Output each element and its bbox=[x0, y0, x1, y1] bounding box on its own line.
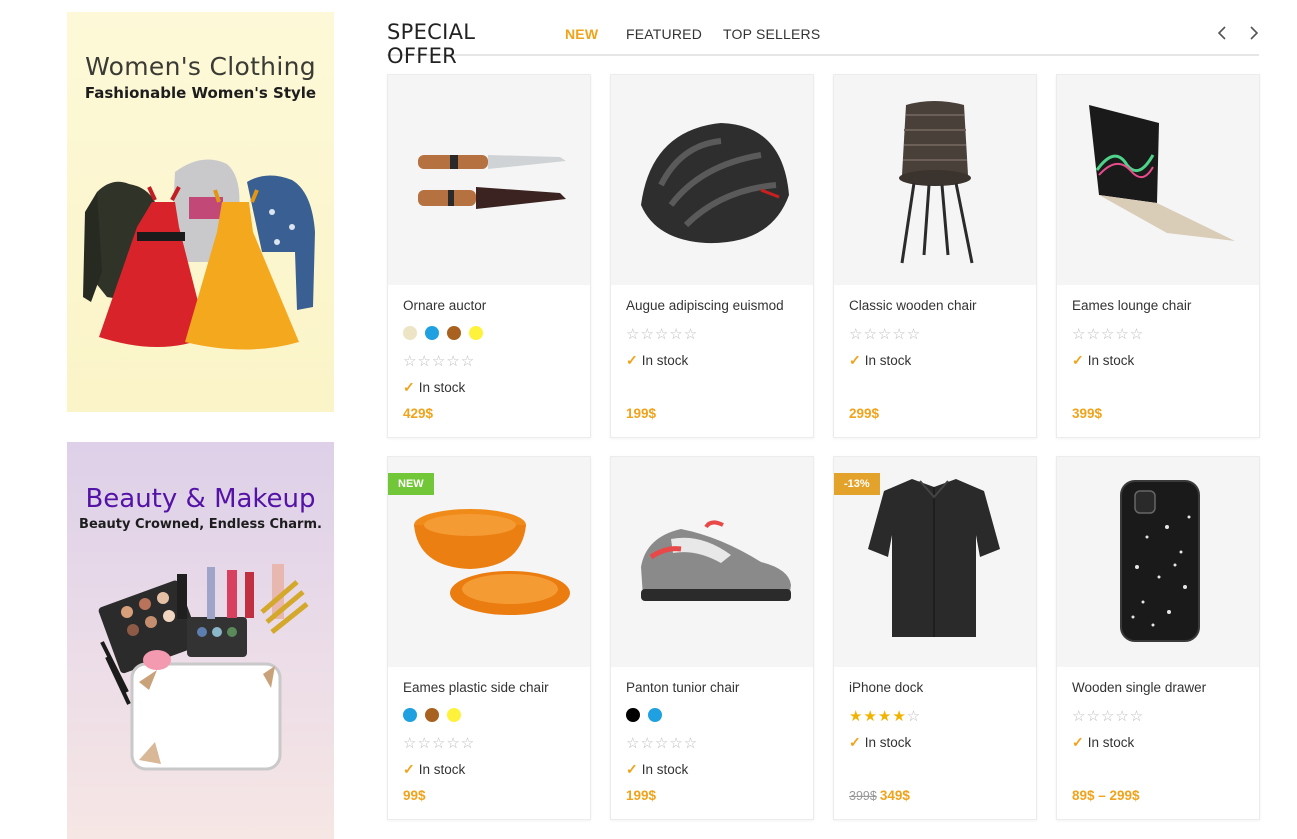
color-swatch[interactable] bbox=[447, 708, 461, 722]
stock-status: ✓ In stock bbox=[626, 352, 688, 369]
color-swatch[interactable] bbox=[403, 708, 417, 722]
rating-stars: ☆☆☆☆☆ bbox=[1072, 326, 1145, 343]
color-swatches bbox=[626, 708, 662, 722]
color-swatch[interactable] bbox=[425, 708, 439, 722]
rating-stars: ☆☆☆☆☆ bbox=[626, 326, 699, 343]
stock-status: ✓ In stock bbox=[1072, 352, 1134, 369]
product-price: 199$ bbox=[626, 788, 657, 803]
stock-label: In stock bbox=[864, 353, 912, 368]
rating-stars: ☆☆☆☆☆ bbox=[849, 326, 922, 343]
product-name[interactable]: Classic wooden chair bbox=[849, 298, 977, 313]
rating-stars: ☆☆☆☆☆ bbox=[626, 735, 699, 752]
product-card[interactable]: Eames lounge chair ☆☆☆☆☆ ✓ In stock 399$ bbox=[1056, 74, 1260, 438]
stock-label: In stock bbox=[418, 762, 466, 777]
stock-label: In stock bbox=[641, 353, 689, 368]
product-card[interactable]: Wooden single drawer ☆☆☆☆☆ ✓ In stock 89$… bbox=[1056, 456, 1260, 820]
product-image[interactable]: -13% bbox=[834, 457, 1036, 667]
tab-top-sellers[interactable]: TOP SELLERS bbox=[723, 26, 820, 42]
product-price: 429$ bbox=[403, 406, 434, 421]
stock-status: ✓ In stock bbox=[626, 761, 688, 778]
check-icon: ✓ bbox=[403, 761, 415, 777]
product-image[interactable]: NEW bbox=[388, 457, 590, 667]
color-swatch[interactable] bbox=[626, 708, 640, 722]
product-card[interactable]: NEW Eames plastic side chair ☆☆☆☆☆ ✓ In s… bbox=[387, 456, 591, 820]
stock-label: In stock bbox=[864, 735, 912, 750]
product-card[interactable]: -13% iPhone dock ★★★★☆ ✓ In stock 399$ 349… bbox=[833, 456, 1037, 820]
check-icon: ✓ bbox=[849, 734, 861, 750]
rating-stars: ★★★★☆ bbox=[849, 708, 922, 725]
section-title: SPECIAL OFFER bbox=[387, 20, 540, 80]
check-icon: ✓ bbox=[626, 352, 638, 368]
product-image[interactable] bbox=[1057, 457, 1259, 667]
clothing-illustration bbox=[83, 159, 315, 350]
product-name[interactable]: Ornare auctor bbox=[403, 298, 486, 313]
product-price: 89$ – 299$ bbox=[1072, 788, 1140, 803]
check-icon: ✓ bbox=[849, 352, 861, 368]
product-card[interactable]: Augue adipiscing euismod ☆☆☆☆☆ ✓ In stock… bbox=[610, 74, 814, 438]
product-image[interactable] bbox=[611, 75, 813, 285]
product-card[interactable]: Ornare auctor ☆☆☆☆☆ ✓ In stock 429$ bbox=[387, 74, 591, 438]
sale-price: 349$ bbox=[879, 788, 910, 803]
check-icon: ✓ bbox=[1072, 734, 1084, 750]
product-image[interactable] bbox=[388, 75, 590, 285]
stock-status: ✓ In stock bbox=[1072, 734, 1134, 751]
stock-label: In stock bbox=[418, 380, 466, 395]
banner-womens-clothing[interactable]: Women's Clothing Fashionable Women's Sty… bbox=[67, 12, 334, 412]
color-swatch[interactable] bbox=[425, 326, 439, 340]
product-price: 199$ bbox=[626, 406, 657, 421]
product-name[interactable]: iPhone dock bbox=[849, 680, 923, 695]
product-price: 99$ bbox=[403, 788, 426, 803]
product-tabs: SPECIAL OFFER NEW FEATURED TOP SELLERS bbox=[387, 18, 1262, 80]
rating-stars: ☆☆☆☆☆ bbox=[403, 353, 476, 370]
check-icon: ✓ bbox=[1072, 352, 1084, 368]
stock-status: ✓ In stock bbox=[403, 761, 465, 778]
product-name[interactable]: Wooden single drawer bbox=[1072, 680, 1206, 695]
rating-stars: ☆☆☆☆☆ bbox=[1072, 708, 1145, 725]
product-card[interactable]: Panton tunior chair ☆☆☆☆☆ ✓ In stock 199$ bbox=[610, 456, 814, 820]
stock-status: ✓ In stock bbox=[403, 379, 465, 396]
product-name[interactable]: Eames lounge chair bbox=[1072, 298, 1191, 313]
stock-label: In stock bbox=[1087, 735, 1135, 750]
stock-label: In stock bbox=[641, 762, 689, 777]
product-name[interactable]: Panton tunior chair bbox=[626, 680, 739, 695]
tab-featured[interactable]: FEATURED bbox=[626, 26, 702, 42]
stock-status: ✓ In stock bbox=[849, 352, 911, 369]
product-name[interactable]: Augue adipiscing euismod bbox=[626, 298, 784, 313]
color-swatch[interactable] bbox=[403, 326, 417, 340]
stock-label: In stock bbox=[1087, 353, 1135, 368]
product-price: 299$ bbox=[849, 406, 880, 421]
product-image[interactable] bbox=[611, 457, 813, 667]
check-icon: ✓ bbox=[403, 379, 415, 395]
stock-status: ✓ In stock bbox=[849, 734, 911, 751]
color-swatch[interactable] bbox=[447, 326, 461, 340]
banner-beauty-makeup[interactable]: Beauty & Makeup Beauty Crowned, Endless … bbox=[67, 442, 334, 839]
rating-stars: ☆☆☆☆☆ bbox=[403, 735, 476, 752]
product-card[interactable]: Classic wooden chair ☆☆☆☆☆ ✓ In stock 299… bbox=[833, 74, 1037, 438]
color-swatch[interactable] bbox=[648, 708, 662, 722]
makeup-illustration bbox=[98, 564, 309, 771]
tab-new[interactable]: NEW bbox=[565, 26, 598, 42]
check-icon: ✓ bbox=[626, 761, 638, 777]
product-image[interactable] bbox=[834, 75, 1036, 285]
chevron-right-icon[interactable] bbox=[1244, 24, 1262, 42]
color-swatches bbox=[403, 708, 461, 722]
product-image[interactable] bbox=[1057, 75, 1259, 285]
color-swatches bbox=[403, 326, 483, 340]
product-price: 399$ bbox=[1072, 406, 1103, 421]
product-price: 399$ 349$ bbox=[849, 788, 910, 803]
new-badge: NEW bbox=[388, 473, 434, 495]
product-name[interactable]: Eames plastic side chair bbox=[403, 680, 549, 695]
discount-badge: -13% bbox=[834, 473, 880, 495]
chevron-left-icon[interactable] bbox=[1214, 24, 1232, 42]
color-swatch[interactable] bbox=[469, 326, 483, 340]
old-price: 399$ bbox=[849, 789, 877, 803]
